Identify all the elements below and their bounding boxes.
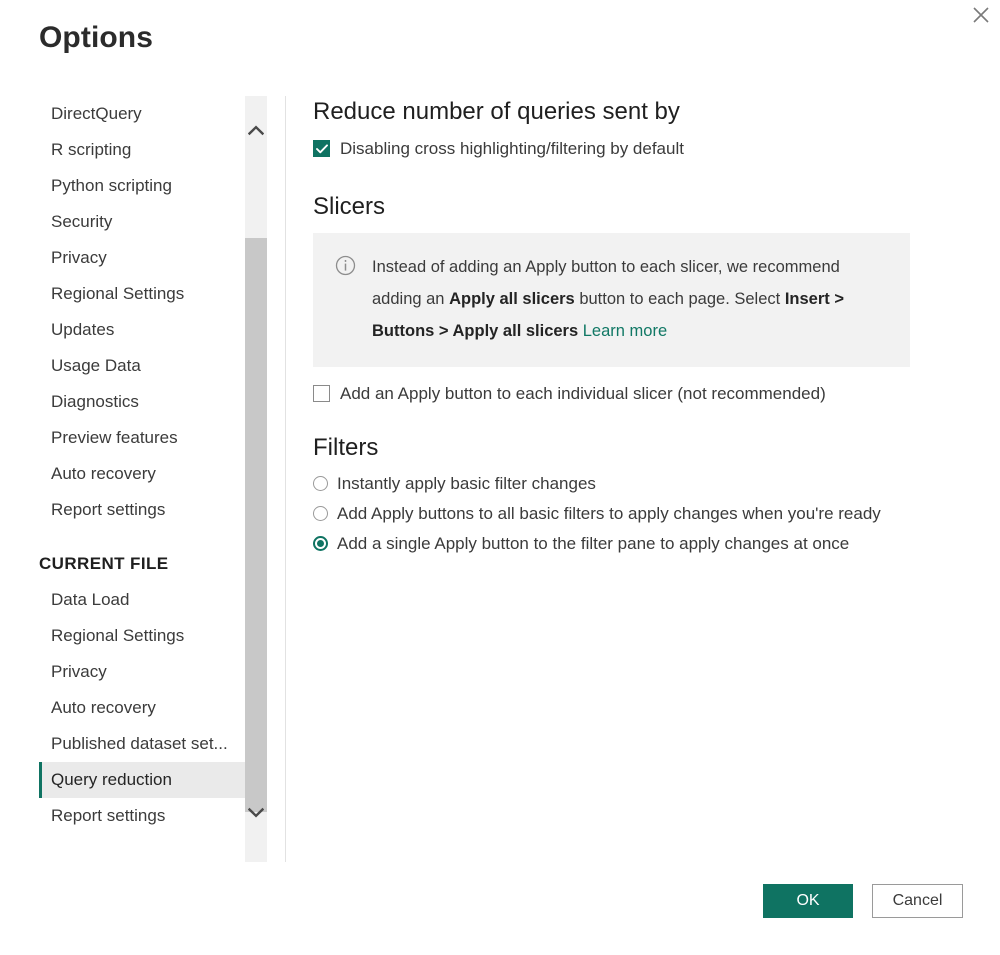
sidebar-item-label: Security <box>51 212 113 231</box>
scrollbar-thumb[interactable] <box>245 238 267 812</box>
ok-button[interactable]: OK <box>763 884 853 918</box>
chevron-up-icon[interactable] <box>245 110 267 150</box>
sidebar-scrollbar[interactable] <box>245 96 267 862</box>
slicers-info-text: Instead of adding an Apply button to eac… <box>372 251 888 347</box>
checkmark-glyph <box>315 143 328 153</box>
radio-label: Instantly apply basic filter changes <box>337 474 596 493</box>
page-title: Options <box>39 21 154 54</box>
sidebar-item-label: Data Load <box>51 590 130 609</box>
sidebar-item-query-reduction[interactable]: Query reduction <box>39 762 245 798</box>
radio-label: Add a single Apply button to the filter … <box>337 534 850 553</box>
sidebar-item-label: Updates <box>51 320 115 339</box>
sidebar-item-privacy[interactable]: Privacy <box>39 240 245 276</box>
dialog-footer: OK Cancel <box>0 884 1000 924</box>
radio-single-apply-button-filter-pane[interactable]: Add a single Apply button to the filter … <box>313 530 953 557</box>
radio-selected-icon[interactable] <box>313 536 328 551</box>
sidebar-item-label: Auto recovery <box>51 464 156 483</box>
sidebar-item-label: Preview features <box>51 428 178 447</box>
info-circle-glyph <box>335 255 356 276</box>
cancel-button[interactable]: Cancel <box>872 884 963 918</box>
close-x-glyph <box>973 7 989 23</box>
sidebar-item-label: Published dataset set... <box>51 734 228 753</box>
sidebar-item-label: Report settings <box>51 500 166 519</box>
chevron-up-glyph <box>248 125 264 135</box>
options-content-panel: Reduce number of queries sent by Disabli… <box>313 96 953 557</box>
radio-instantly-apply[interactable]: Instantly apply basic filter changes <box>313 470 953 497</box>
info-text-bold-1: Apply all slicers <box>449 290 575 308</box>
checkbox-label: Disabling cross highlighting/filtering b… <box>340 139 684 158</box>
sidebar-item-label: Usage Data <box>51 356 141 375</box>
sidebar-item-preview-features[interactable]: Preview features <box>39 420 245 456</box>
radio-apply-buttons-all-basic-filters[interactable]: Add Apply buttons to all basic filters t… <box>313 500 953 527</box>
sidebar-item-directquery[interactable]: DirectQuery <box>39 96 245 132</box>
sidebar-content-divider <box>285 96 286 862</box>
checkbox-apply-button-each-slicer[interactable]: Add an Apply button to each individual s… <box>313 381 953 406</box>
sidebar-item-label: Report settings <box>51 806 166 825</box>
sidebar-item-file-privacy[interactable]: Privacy <box>39 654 245 690</box>
sidebar-item-label: Query reduction <box>51 770 172 789</box>
radio-label: Add Apply buttons to all basic filters t… <box>337 504 881 523</box>
sidebar-item-label: DirectQuery <box>51 104 142 123</box>
checkbox-checked-icon[interactable] <box>313 140 330 157</box>
sidebar-item-regional-settings[interactable]: Regional Settings <box>39 276 245 312</box>
checkbox-disable-cross-highlighting[interactable]: Disabling cross highlighting/filtering b… <box>313 136 953 161</box>
heading-reduce-queries: Reduce number of queries sent by <box>313 98 680 125</box>
info-icon <box>335 255 356 281</box>
heading-slicers: Slicers <box>313 193 386 220</box>
sidebar-item-label: Regional Settings <box>51 626 185 645</box>
sidebar-item-usage-data[interactable]: Usage Data <box>39 348 245 384</box>
sidebar-item-report-settings[interactable]: Report settings <box>39 492 245 528</box>
sidebar-section-header-current-file: CURRENT FILE <box>39 554 169 573</box>
sidebar-item-file-report-settings[interactable]: Report settings <box>39 798 245 834</box>
sidebar-item-file-regional-settings[interactable]: Regional Settings <box>39 618 245 654</box>
checkbox-label: Add an Apply button to each individual s… <box>340 384 826 403</box>
heading-filters: Filters <box>313 434 379 461</box>
sidebar-item-label: Python scripting <box>51 176 172 195</box>
sidebar-item-label: Privacy <box>51 662 107 681</box>
sidebar-item-data-load[interactable]: Data Load <box>39 582 245 618</box>
sidebar-item-label: Auto recovery <box>51 698 156 717</box>
sidebar-item-auto-recovery[interactable]: Auto recovery <box>39 456 245 492</box>
sidebar-item-security[interactable]: Security <box>39 204 245 240</box>
sidebar-item-diagnostics[interactable]: Diagnostics <box>39 384 245 420</box>
radio-unselected-icon[interactable] <box>313 476 328 491</box>
sidebar-item-label: Privacy <box>51 248 107 267</box>
sidebar-item-updates[interactable]: Updates <box>39 312 245 348</box>
sidebar-item-label: Regional Settings <box>51 284 185 303</box>
sidebar-item-label: Diagnostics <box>51 392 139 411</box>
sidebar-item-file-auto-recovery[interactable]: Auto recovery <box>39 690 245 726</box>
close-icon[interactable] <box>962 0 1000 30</box>
slicers-info-banner: Instead of adding an Apply button to eac… <box>313 233 910 367</box>
options-sidebar: DirectQuery R scripting Python scripting… <box>39 96 245 862</box>
chevron-down-glyph <box>248 807 264 817</box>
info-text-part-2: button to each page. Select <box>574 290 785 308</box>
learn-more-link[interactable]: Learn more <box>583 322 667 340</box>
sidebar-item-label: R scripting <box>51 140 132 159</box>
chevron-down-icon[interactable] <box>245 792 267 832</box>
options-dialog: Options DirectQuery R scripting Python s… <box>0 0 1000 955</box>
radio-unselected-icon[interactable] <box>313 506 328 521</box>
sidebar-item-python-scripting[interactable]: Python scripting <box>39 168 245 204</box>
sidebar-item-published-dataset-settings[interactable]: Published dataset set... <box>39 726 245 762</box>
sidebar-item-r-scripting[interactable]: R scripting <box>39 132 245 168</box>
checkbox-unchecked-icon[interactable] <box>313 385 330 402</box>
